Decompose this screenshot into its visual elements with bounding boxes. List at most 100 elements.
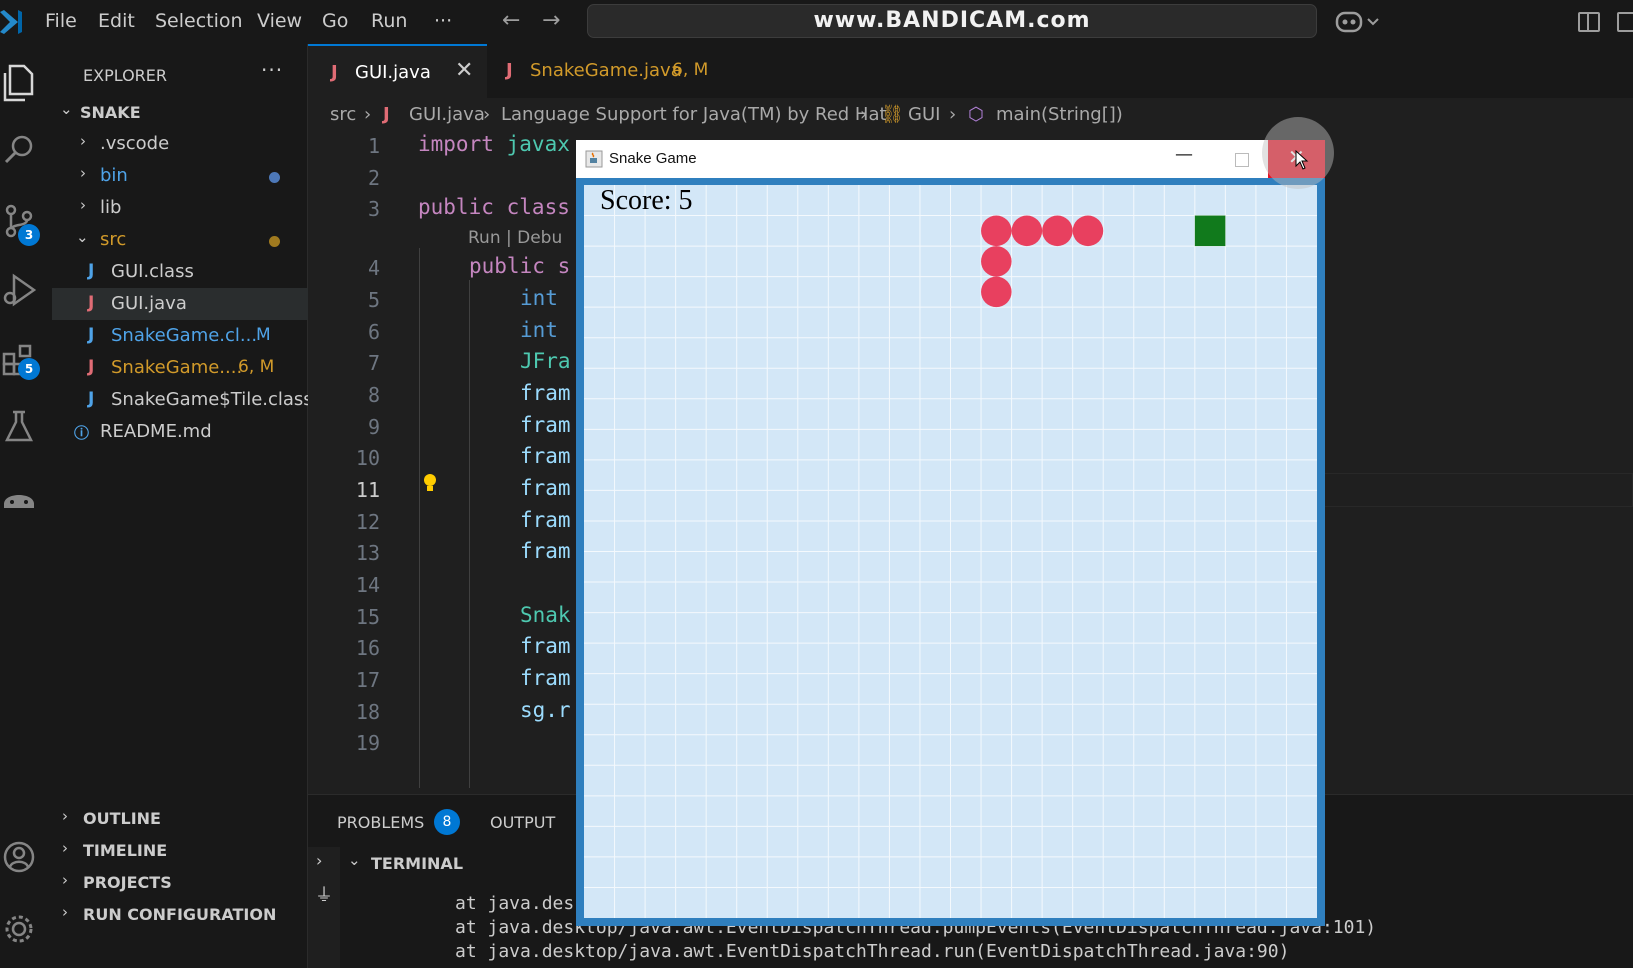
section-label: RUN CONFIGURATION	[83, 905, 277, 924]
activity-bar: 3 5	[0, 44, 52, 968]
line-number: 6	[367, 320, 380, 344]
tab-output[interactable]: OUTPUT	[490, 813, 555, 832]
modified-dot	[269, 172, 280, 183]
code-token: public	[469, 254, 545, 278]
section-label: PROJECTS	[83, 873, 172, 892]
copilot-icon[interactable]	[1335, 9, 1383, 35]
chevron-right-icon: ›	[364, 104, 372, 125]
line-number: 7	[367, 351, 380, 375]
toggle-sidebar-icon[interactable]	[1578, 12, 1600, 32]
codelens-run-debug[interactable]: Run | Debu	[468, 228, 562, 248]
tree-item-snakegame-class[interactable]: J SnakeGame.cl... M	[52, 320, 308, 352]
menu-run[interactable]: Run	[371, 10, 407, 32]
snake-segment	[981, 215, 1012, 247]
tab-gui-java[interactable]: J GUI.java ✕	[308, 44, 487, 98]
tree-item-label: README.md	[100, 421, 212, 442]
line-number: 14	[355, 573, 380, 597]
section-outline[interactable]: › OUTLINE	[52, 803, 308, 835]
terminal-side-gutter: › ⏚	[308, 847, 340, 968]
explorer-icon[interactable]	[0, 56, 52, 108]
tab-problems[interactable]: PROBLEMS	[337, 813, 424, 832]
snake-segment	[1072, 215, 1104, 247]
breadcrumb: src › J GUI.java › Language Support for …	[308, 98, 1633, 134]
code-token: fram	[520, 634, 571, 658]
tree-item-gui-java[interactable]: J GUI.java	[52, 288, 308, 320]
line-number: 5	[367, 288, 380, 312]
minimize-icon[interactable]: —	[1164, 144, 1204, 174]
menu-view[interactable]: View	[257, 10, 302, 32]
breadcrumb-language-support[interactable]: Language Support for Java(TM) by Red Hat	[501, 104, 887, 125]
code-token: class	[494, 195, 570, 219]
lightbulb-icon[interactable]	[421, 472, 439, 496]
tree-item-vscode[interactable]: › .vscode	[52, 128, 308, 160]
breadcrumb-src[interactable]: src	[330, 104, 356, 125]
code-token: Snak	[520, 603, 571, 627]
tree-item-src[interactable]: ⌄ src	[52, 224, 308, 256]
menu-more[interactable]: ···	[434, 10, 452, 32]
game-grid	[584, 185, 1317, 918]
code-token: fram	[520, 666, 571, 690]
explorer-more-icon[interactable]: ···	[261, 58, 283, 82]
chevron-right-icon: ›	[949, 104, 957, 125]
section-projects[interactable]: › PROJECTS	[52, 867, 308, 899]
code-token: fram	[520, 413, 571, 437]
accounts-icon[interactable]	[0, 830, 52, 882]
command-center[interactable]: www.BANDICAM.com	[587, 4, 1317, 38]
class-icon: ⛓	[881, 104, 904, 125]
breadcrumb-file[interactable]: GUI.java	[409, 104, 485, 125]
line-number-active: 11	[355, 478, 380, 502]
remote-explorer-icon[interactable]	[0, 470, 52, 522]
settings-gear-icon[interactable]	[0, 902, 52, 954]
problem-status-marker: 6, M	[238, 357, 275, 377]
menu-go[interactable]: Go	[322, 10, 348, 32]
line-number: 2	[367, 166, 380, 190]
maximize-icon[interactable]	[1221, 144, 1261, 174]
java-file-icon: J	[506, 60, 513, 81]
snake-segment	[1011, 215, 1043, 247]
line-number: 1	[367, 134, 380, 158]
folder-root-snake[interactable]: ⌄ SNAKE	[52, 96, 308, 128]
tab-status-marker: 6, M	[672, 60, 709, 80]
section-run-configuration[interactable]: › RUN CONFIGURATION	[52, 899, 308, 931]
back-arrow-icon[interactable]: ←	[502, 8, 520, 33]
section-label: TIMELINE	[83, 841, 168, 860]
code-token: fram	[520, 539, 571, 563]
tree-item-snakegame-tile[interactable]: J SnakeGame$Tile.class	[52, 384, 313, 416]
snake-game-window: Snake Game — ✕ Score: 5	[576, 140, 1325, 926]
source-control-icon[interactable]: 3	[0, 194, 52, 246]
toggle-panel-icon[interactable]	[1617, 12, 1633, 32]
chevron-down-icon[interactable]: ⌄	[348, 851, 361, 869]
tree-item-readme[interactable]: ⓘ README.md	[52, 416, 308, 448]
chevron-right-icon[interactable]: ›	[316, 851, 322, 870]
line-number: 12	[355, 510, 380, 534]
game-board[interactable]: Score: 5	[584, 185, 1317, 918]
code-token: int	[520, 318, 558, 342]
code-token: import	[418, 132, 494, 156]
breadcrumb-class[interactable]: GUI	[908, 104, 940, 125]
tree-item-snakegame-java[interactable]: J SnakeGame.... 6, M	[52, 352, 308, 384]
line-number: 19	[355, 731, 380, 755]
tree-item-label: lib	[100, 197, 122, 218]
tree-item-bin[interactable]: › bin	[52, 160, 308, 192]
menu-file[interactable]: File	[45, 10, 77, 32]
menu-selection[interactable]: Selection	[155, 10, 243, 32]
game-window-titlebar[interactable]: Snake Game — ✕	[576, 140, 1325, 178]
terminal-section-header[interactable]: TERMINAL	[371, 854, 463, 873]
chevron-right-icon: ›	[483, 104, 491, 125]
breadcrumb-method[interactable]: main(String[])	[996, 104, 1123, 125]
tab-snakegame-java[interactable]: J SnakeGame.java 6, M	[488, 44, 723, 98]
tree-item-gui-class[interactable]: J GUI.class	[52, 256, 308, 288]
plug-icon[interactable]: ⏚	[315, 881, 333, 907]
forward-arrow-icon[interactable]: →	[542, 8, 560, 33]
close-icon[interactable]: ✕	[455, 58, 473, 83]
section-timeline[interactable]: › TIMELINE	[52, 835, 308, 867]
testing-flask-icon[interactable]	[0, 400, 52, 452]
menu-edit[interactable]: Edit	[98, 10, 135, 32]
git-status-marker: M	[256, 325, 271, 345]
extensions-icon[interactable]: 5	[0, 334, 52, 386]
code-token: public	[418, 195, 494, 219]
search-icon[interactable]	[0, 124, 52, 176]
run-debug-icon[interactable]	[0, 262, 52, 314]
snake-segment	[981, 276, 1012, 308]
tree-item-lib[interactable]: › lib	[52, 192, 308, 224]
